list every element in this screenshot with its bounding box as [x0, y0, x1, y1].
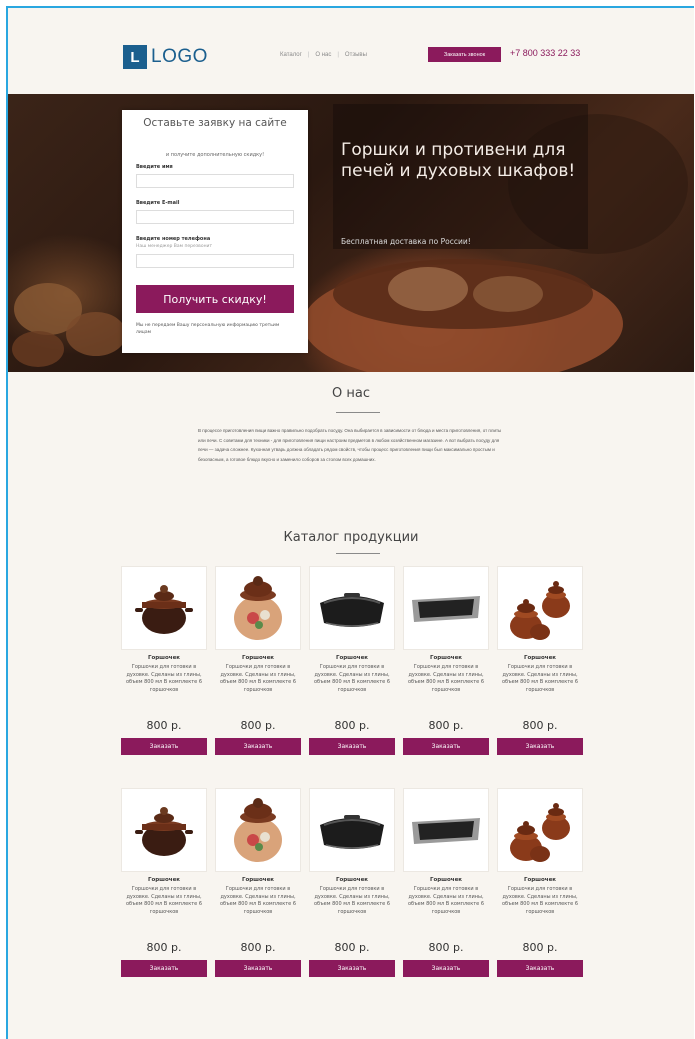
name-input[interactable] — [136, 174, 294, 188]
baking-tray-icon[interactable] — [403, 566, 489, 650]
product-description: Горшочки для готовки в духовке. Сделаны … — [126, 886, 202, 915]
nav-item-about[interactable]: О нас — [315, 52, 331, 58]
order-button[interactable]: Заказать — [215, 960, 301, 977]
product-description: Горшочки для готовки в духовке. Сделаны … — [220, 886, 296, 915]
order-button[interactable]: Заказать — [403, 738, 489, 755]
product-description: Горшочки для готовки в духовке. Сделаны … — [314, 664, 390, 693]
product-price: 800 р. — [522, 941, 558, 954]
product-price: 800 р. — [428, 719, 464, 732]
product-name: Горшочек — [147, 877, 181, 883]
form-title: Оставьте заявку на сайте — [143, 117, 287, 129]
product-price: 800 р. — [240, 719, 276, 732]
hero-title: Горшки и противени для печей и духовых ш… — [341, 140, 576, 181]
phone-label: Введите номер телефона — [136, 236, 211, 242]
product-price: 800 р. — [428, 941, 464, 954]
hero-banner: Горшки и противени для печей и духовых ш… — [8, 94, 694, 372]
clay-pot-dark-icon[interactable] — [121, 788, 207, 872]
about-divider — [336, 412, 380, 413]
page-frame: L LOGO Каталог | О нас | Отзывы Заказать… — [6, 6, 694, 1039]
callback-button[interactable]: Заказать звонок — [428, 47, 501, 62]
product-description: Горшочки для готовки в духовке. Сделаны … — [502, 886, 578, 915]
privacy-note: Мы не передаем Вашу персональную информа… — [136, 323, 280, 335]
product-card: Горшочек Горшочки для готовки в духовке. … — [215, 788, 301, 977]
product-name: Горшочек — [241, 655, 275, 661]
product-name: Горшочек — [523, 877, 557, 883]
product-card: Горшочек Горшочки для готовки в духовке. … — [121, 566, 207, 755]
product-card: Горшочек Горшочки для готовки в духовке. … — [403, 566, 489, 755]
product-card: Горшочек Горшочки для готовки в духовке. … — [497, 566, 583, 755]
baking-tray-icon[interactable] — [403, 788, 489, 872]
order-button[interactable]: Заказать — [121, 738, 207, 755]
order-button[interactable]: Заказать — [309, 738, 395, 755]
product-price: 800 р. — [334, 719, 370, 732]
about-text: В процессе приготовления пищи важно прав… — [198, 428, 502, 462]
product-description: Горшочки для готовки в духовке. Сделаны … — [314, 886, 390, 915]
email-input[interactable] — [136, 210, 294, 224]
phone-input[interactable] — [136, 254, 294, 268]
product-row: Горшочек Горшочки для готовки в духовке. … — [121, 566, 591, 755]
product-price: 800 р. — [240, 941, 276, 954]
nav-separator: | — [337, 52, 339, 58]
order-button[interactable]: Заказать — [309, 960, 395, 977]
product-name: Горшочек — [241, 877, 275, 883]
product-price: 800 р. — [146, 719, 182, 732]
order-button[interactable]: Заказать — [403, 960, 489, 977]
product-description: Горшочки для готовки в духовке. Сделаны … — [408, 664, 484, 693]
clay-pot-painted-icon[interactable] — [215, 788, 301, 872]
email-label: Введите E-mail — [136, 200, 180, 206]
phone-hint: Наш менеджер Вам перезвонит — [136, 244, 213, 249]
product-name: Горшочек — [335, 655, 369, 661]
product-row: Горшочек Горшочки для готовки в духовке. … — [121, 788, 591, 977]
product-name: Горшочек — [523, 655, 557, 661]
logo-mark: L — [123, 45, 147, 69]
product-card: Горшочек Горшочки для готовки в духовке. … — [215, 566, 301, 755]
order-button[interactable]: Заказать — [497, 960, 583, 977]
main-nav: Каталог | О нас | Отзывы — [280, 52, 367, 58]
product-card: Горшочек Горшочки для готовки в духовке. … — [121, 788, 207, 977]
product-name: Горшочек — [429, 655, 463, 661]
product-card: Горшочек Горшочки для готовки в духовке. … — [497, 788, 583, 977]
clay-pots-set-icon[interactable] — [497, 566, 583, 650]
logo-text: LOGO — [151, 46, 208, 67]
logo[interactable]: L LOGO — [123, 40, 221, 74]
product-price: 800 р. — [522, 719, 558, 732]
catalog-divider — [336, 553, 380, 554]
product-description: Горшочки для готовки в духовке. Сделаны … — [502, 664, 578, 693]
clay-pot-painted-icon[interactable] — [215, 566, 301, 650]
nav-item-catalog[interactable]: Каталог — [280, 52, 302, 58]
product-price: 800 р. — [334, 941, 370, 954]
product-price: 800 р. — [146, 941, 182, 954]
order-button[interactable]: Заказать — [215, 738, 301, 755]
product-card: Горшочек Горшочки для готовки в духовке. … — [309, 566, 395, 755]
order-button[interactable]: Заказать — [497, 738, 583, 755]
product-description: Горшочки для готовки в духовке. Сделаны … — [220, 664, 296, 693]
catalog-title: Каталог продукции — [283, 530, 419, 545]
product-description: Горшочки для готовки в духовке. Сделаны … — [408, 886, 484, 915]
get-discount-button[interactable]: Получить скидку! — [136, 285, 294, 313]
nav-item-reviews[interactable]: Отзывы — [345, 52, 367, 58]
name-label: Введите имя — [136, 164, 173, 170]
about-title: О нас — [332, 386, 370, 401]
product-description: Горшочки для готовки в духовке. Сделаны … — [126, 664, 202, 693]
clay-pot-dark-icon[interactable] — [121, 566, 207, 650]
clay-pots-set-icon[interactable] — [497, 788, 583, 872]
roasting-pan-lid-icon[interactable] — [309, 566, 395, 650]
lead-form: Оставьте заявку на сайте и получите допо… — [122, 110, 308, 353]
phone-number[interactable]: +7 800 333 22 33 — [510, 48, 580, 58]
product-card: Горшочек Горшочки для готовки в духовке. … — [309, 788, 395, 977]
product-name: Горшочек — [335, 877, 369, 883]
product-name: Горшочек — [429, 877, 463, 883]
order-button[interactable]: Заказать — [121, 960, 207, 977]
nav-separator: | — [307, 52, 310, 58]
product-card: Горшочек Горшочки для готовки в духовке. … — [403, 788, 489, 977]
site-header: L LOGO Каталог | О нас | Отзывы Заказать… — [8, 8, 694, 94]
form-subtitle: и получите дополнительную скидку! — [165, 152, 265, 158]
hero-subtitle: Бесплатная доставка по России! — [341, 237, 471, 246]
product-name: Горшочек — [147, 655, 181, 661]
roasting-pan-lid-icon[interactable] — [309, 788, 395, 872]
